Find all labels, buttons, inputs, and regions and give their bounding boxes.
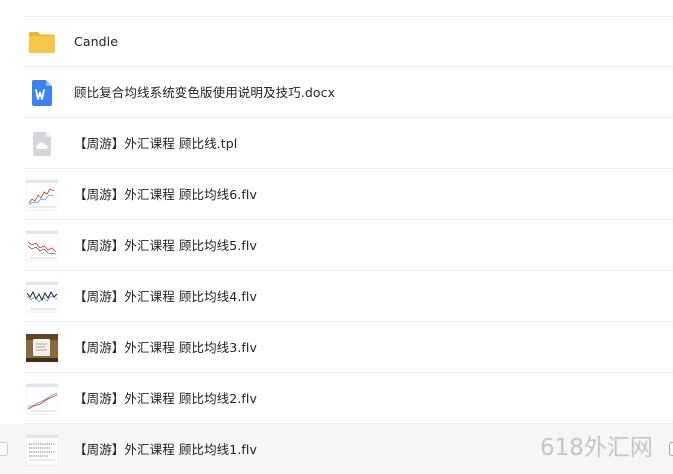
video-thumbnail	[26, 334, 58, 362]
video-thumbnail	[26, 281, 58, 313]
file-name[interactable]: 【周游】外汇课程 顾比均线1.flv	[74, 424, 257, 474]
list-item-tpl[interactable]: 【周游】外汇课程 顾比线.tpl	[0, 118, 673, 169]
word-doc-icon	[32, 80, 52, 106]
file-name[interactable]: 【周游】外汇课程 顾比均线4.flv	[74, 271, 257, 322]
list-item-video[interactable]: 【周游】外汇课程 顾比均线4.flv	[0, 271, 673, 322]
file-name[interactable]: 【周游】外汇课程 顾比均线5.flv	[74, 220, 257, 271]
file-name[interactable]: 【周游】外汇课程 顾比线.tpl	[74, 118, 237, 169]
video-thumbnail	[26, 179, 58, 211]
row-action-button[interactable]	[669, 442, 673, 456]
file-name[interactable]: 【周游】外汇课程 顾比均线3.flv	[74, 322, 257, 373]
list-item-docx[interactable]: 顾比复合均线系统变色版使用说明及技巧.docx	[0, 67, 673, 118]
row-checkbox[interactable]	[0, 442, 8, 456]
list-item-video-selected[interactable]: 【周游】外汇课程 顾比均线1.flv	[0, 424, 673, 474]
folder-icon	[29, 32, 55, 53]
list-item-folder[interactable]: Candle	[0, 16, 673, 67]
file-name[interactable]: 【周游】外汇课程 顾比均线6.flv	[74, 169, 257, 220]
file-list: Candle 顾比复合均线系统变色版使用说明及技巧.docx 【周游】外汇课程 …	[0, 0, 673, 474]
file-name[interactable]: Candle	[74, 16, 118, 67]
list-item-video[interactable]: 【周游】外汇课程 顾比均线3.flv	[0, 322, 673, 373]
list-item-video[interactable]: 【周游】外汇课程 顾比均线5.flv	[0, 220, 673, 271]
video-thumbnail	[26, 230, 58, 262]
list-item-video[interactable]: 【周游】外汇课程 顾比均线6.flv	[0, 169, 673, 220]
video-thumbnail	[26, 383, 58, 415]
file-name[interactable]: 顾比复合均线系统变色版使用说明及技巧.docx	[74, 67, 335, 118]
list-item-video[interactable]: 【周游】外汇课程 顾比均线2.flv	[0, 373, 673, 424]
cloud-file-icon	[33, 132, 51, 156]
file-name[interactable]: 【周游】外汇课程 顾比均线2.flv	[74, 373, 257, 424]
video-thumbnail	[26, 434, 58, 466]
